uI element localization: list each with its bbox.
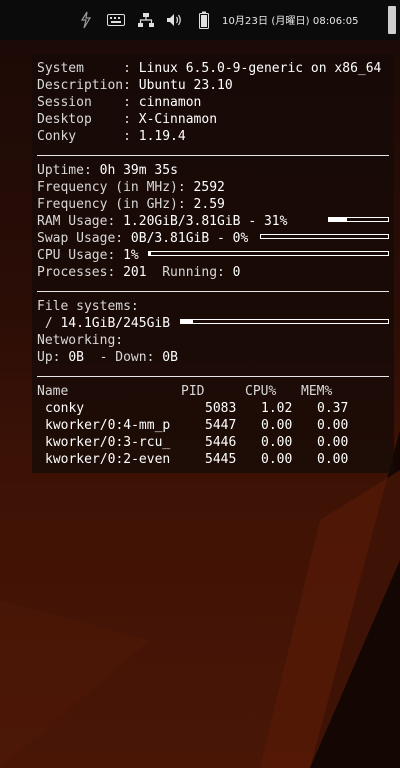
uptime-value: 0h 39m 35s <box>99 163 178 178</box>
ram-usage-bar-fill <box>329 218 348 221</box>
process-mem: 0.00 <box>317 418 349 433</box>
process-pid: 5446 <box>205 435 237 450</box>
panel-scroll-handle[interactable] <box>388 6 396 34</box>
ram-value: 1.20GiB/3.81GiB - 31% <box>123 214 288 229</box>
networking-label: Networking: <box>37 333 124 348</box>
process-name: kworker/0:3-rcu_ <box>45 435 171 450</box>
conky-version-label: Conky : <box>37 129 139 144</box>
process-cpu: 0.00 <box>261 452 293 467</box>
root-fs-path: / <box>37 316 61 331</box>
swap-label: Swap Usage: <box>37 231 131 246</box>
process-pid: 5445 <box>205 452 237 467</box>
volume-icon[interactable] <box>164 10 184 30</box>
process-pid: 5447 <box>205 418 237 433</box>
filesystems-label: File systems: <box>37 299 139 314</box>
conky-widget: System : Linux 6.5.0-9-generic on x86_64… <box>32 54 394 473</box>
description-label: Description: <box>37 78 139 93</box>
header-cpu: CPU% <box>245 384 277 399</box>
desktop-label: Desktop : <box>37 112 139 127</box>
process-row: conky 5083 1.02 0.37 <box>37 400 392 417</box>
cpu-usage-bar <box>148 251 389 256</box>
network-sync-icon[interactable] <box>76 10 96 30</box>
process-cpu: 0.00 <box>261 435 293 450</box>
ram-line: RAM Usage: 1.20GiB/3.81GiB - 31% <box>37 213 287 230</box>
swap-value: 0B/3.81GiB - 0% <box>130 231 249 246</box>
swap-line: Swap Usage: 0B/3.81GiB - 0% <box>37 230 248 247</box>
session-value: cinnamon <box>138 95 202 110</box>
freq-ghz-value: 2.59 <box>193 197 225 212</box>
ram-label: RAM Usage: <box>37 214 124 229</box>
desktop-line: Desktop : X-Cinnamon <box>37 111 217 128</box>
description-line: Description: Ubuntu 23.10 <box>37 77 233 94</box>
running-label: Running: <box>146 265 233 280</box>
header-name: Name <box>37 384 69 399</box>
divider <box>37 155 389 156</box>
session-line: Session : cinnamon <box>37 94 201 111</box>
process-cpu: 0.00 <box>261 418 293 433</box>
process-name: kworker/0:2-even <box>45 452 171 467</box>
process-row: kworker/0:4-mm_p 5447 0.00 0.00 <box>37 417 392 434</box>
process-mem: 0.37 <box>317 401 349 416</box>
conky-version-line: Conky : 1.19.4 <box>37 128 186 145</box>
process-row: kworker/0:2-even 5445 0.00 0.00 <box>37 451 392 468</box>
panel-clock[interactable]: 10月23日 (月曜日) 08:06:05 <box>222 12 359 27</box>
ram-usage-bar <box>328 217 389 222</box>
uptime-line: Uptime: 0h 39m 35s <box>37 162 178 179</box>
processes-line: Processes: 201 Running: 0 <box>37 264 241 281</box>
desktop-value: X-Cinnamon <box>138 112 218 127</box>
freq-mhz-value: 2592 <box>193 180 225 195</box>
system-value: Linux 6.5.0-9-generic on x86_64 <box>138 61 382 76</box>
freq-mhz-label: Frequency (in MHz): <box>37 180 194 195</box>
process-table-header: Name PID CPU% MEM% <box>37 383 392 400</box>
freq-ghz-line: Frequency (in GHz): 2.59 <box>37 196 225 213</box>
cpu-usage-bar-fill <box>149 252 152 255</box>
cpu-line: CPU Usage: 1% <box>37 247 139 264</box>
top-panel: 10月23日 (月曜日) 08:06:05 <box>0 0 400 40</box>
cpu-label: CPU Usage: <box>37 248 124 263</box>
process-mem: 0.00 <box>317 435 349 450</box>
process-cpu: 1.02 <box>261 401 293 416</box>
processes-value: 201 <box>123 265 147 280</box>
session-label: Session : <box>37 95 139 110</box>
running-value: 0 <box>232 265 241 280</box>
divider <box>37 291 389 292</box>
system-label: System : <box>37 61 139 76</box>
divider <box>37 376 389 377</box>
network-speed-line: Up: 0B - Down: 0B <box>37 349 178 366</box>
system-line: System : Linux 6.5.0-9-generic on x86_64 <box>37 60 381 77</box>
down-value: 0B <box>162 350 178 365</box>
up-label: Up: <box>37 350 69 365</box>
keyboard-icon[interactable] <box>106 10 126 30</box>
root-fs-bar-fill <box>181 320 194 323</box>
network-icon[interactable] <box>136 10 156 30</box>
process-pid: 5083 <box>205 401 237 416</box>
process-name: kworker/0:4-mm_p <box>45 418 171 433</box>
freq-mhz-line: Frequency (in MHz): 2592 <box>37 179 225 196</box>
cpu-value: 1% <box>123 248 139 263</box>
swap-usage-bar <box>260 234 389 239</box>
root-fs-bar <box>180 319 389 324</box>
freq-ghz-label: Frequency (in GHz): <box>37 197 194 212</box>
process-mem: 0.00 <box>317 452 349 467</box>
header-pid: PID <box>181 384 205 399</box>
header-mem: MEM% <box>301 384 333 399</box>
root-fs-value: 14.1GiB/245GiB <box>60 316 171 331</box>
battery-icon[interactable] <box>194 10 214 30</box>
root-fs-line: / 14.1GiB/245GiB <box>37 315 170 332</box>
process-name: conky <box>45 401 85 416</box>
up-value: 0B <box>68 350 84 365</box>
process-row: kworker/0:3-rcu_ 5446 0.00 0.00 <box>37 434 392 451</box>
description-value: Ubuntu 23.10 <box>138 78 233 93</box>
conky-version-value: 1.19.4 <box>138 129 186 144</box>
down-label: - Down: <box>83 350 163 365</box>
processes-label: Processes: <box>37 265 124 280</box>
uptime-label: Uptime: <box>37 163 100 178</box>
